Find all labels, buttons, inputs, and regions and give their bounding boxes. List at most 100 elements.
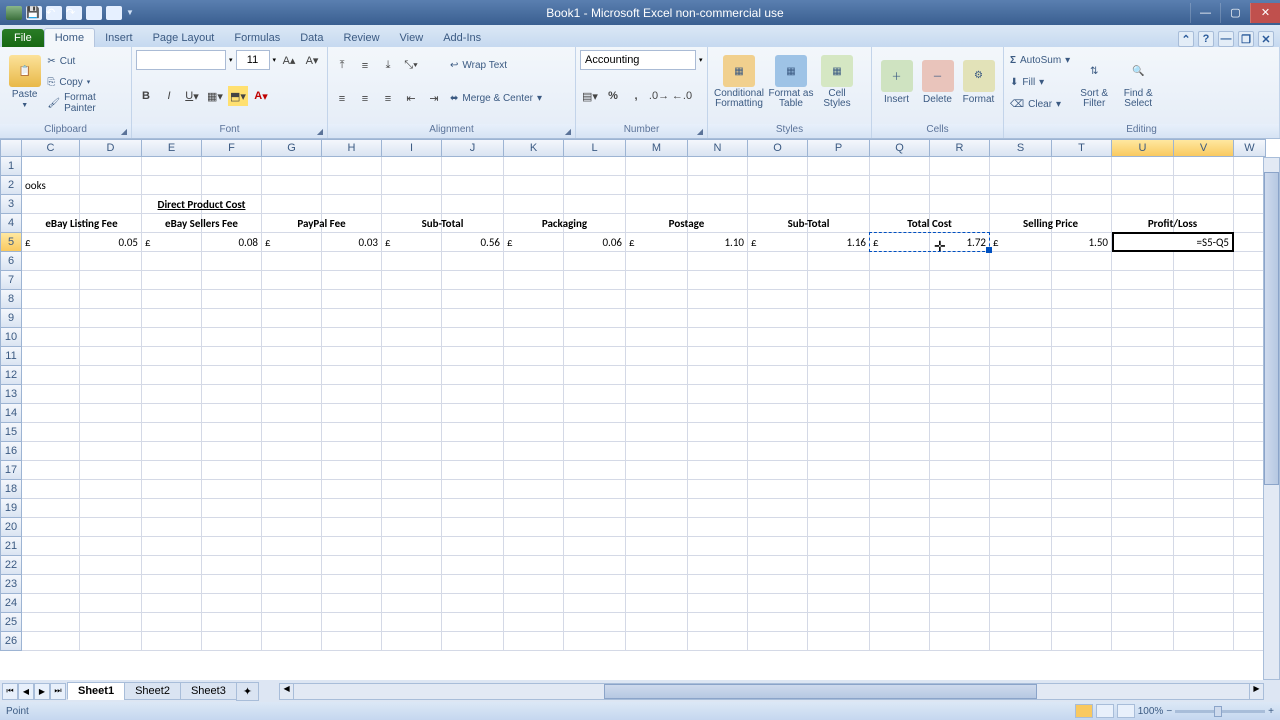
cell[interactable] xyxy=(442,423,504,442)
column-header[interactable]: U xyxy=(1112,139,1174,157)
column-header[interactable]: N xyxy=(688,139,748,157)
cell[interactable] xyxy=(80,423,142,442)
insert-cells-button[interactable]: ＋Insert xyxy=(876,49,917,115)
cell[interactable] xyxy=(80,480,142,499)
cell[interactable] xyxy=(202,157,262,176)
cell[interactable] xyxy=(808,404,870,423)
cell[interactable] xyxy=(1174,404,1234,423)
row-header[interactable]: 23 xyxy=(0,575,22,594)
cell[interactable] xyxy=(688,632,748,651)
cell[interactable] xyxy=(626,556,688,575)
cell[interactable] xyxy=(1112,290,1174,309)
tab-data[interactable]: Data xyxy=(290,29,333,47)
column-header[interactable]: M xyxy=(626,139,688,157)
cell[interactable] xyxy=(1052,347,1112,366)
cell[interactable] xyxy=(990,404,1052,423)
cell[interactable] xyxy=(202,271,262,290)
cell[interactable] xyxy=(80,271,142,290)
select-all-corner[interactable] xyxy=(0,139,22,157)
cell[interactable] xyxy=(80,594,142,613)
cell[interactable] xyxy=(262,404,322,423)
cell[interactable] xyxy=(564,461,626,480)
cell[interactable] xyxy=(870,537,930,556)
cell[interactable] xyxy=(322,575,382,594)
cell-value[interactable]: £ xyxy=(382,233,442,252)
cell[interactable] xyxy=(142,290,202,309)
tab-page-layout[interactable]: Page Layout xyxy=(143,29,225,47)
tab-home[interactable]: Home xyxy=(44,28,95,47)
close-button[interactable]: ✕ xyxy=(1250,3,1280,23)
cell[interactable] xyxy=(142,575,202,594)
cell[interactable] xyxy=(748,290,808,309)
cell[interactable] xyxy=(1052,556,1112,575)
cell[interactable] xyxy=(990,499,1052,518)
row-header[interactable]: 1 xyxy=(0,157,22,176)
cell[interactable] xyxy=(808,290,870,309)
format-painter-button[interactable]: 🖌Format Painter xyxy=(45,93,127,113)
cell[interactable] xyxy=(1174,480,1234,499)
cell[interactable] xyxy=(262,176,322,195)
cell[interactable] xyxy=(990,271,1052,290)
cell[interactable] xyxy=(22,518,80,537)
cell[interactable] xyxy=(930,575,990,594)
cell[interactable] xyxy=(688,157,748,176)
minimize-button[interactable]: — xyxy=(1190,3,1220,23)
copy-button[interactable]: ⎘Copy▾ xyxy=(45,72,127,92)
cell[interactable] xyxy=(504,385,564,404)
cell[interactable] xyxy=(1052,404,1112,423)
cell[interactable] xyxy=(22,290,80,309)
cell[interactable] xyxy=(1234,480,1266,499)
cell[interactable] xyxy=(322,480,382,499)
cell[interactable] xyxy=(870,594,930,613)
cell[interactable] xyxy=(202,537,262,556)
cell[interactable] xyxy=(382,271,442,290)
shrink-font-button[interactable]: A▾ xyxy=(302,50,322,70)
cell[interactable] xyxy=(1052,442,1112,461)
cell[interactable] xyxy=(626,176,688,195)
cell[interactable] xyxy=(808,613,870,632)
cell[interactable] xyxy=(142,613,202,632)
cell[interactable] xyxy=(808,176,870,195)
cell[interactable] xyxy=(80,252,142,271)
cell[interactable] xyxy=(262,575,322,594)
cell[interactable] xyxy=(80,518,142,537)
cell[interactable] xyxy=(930,252,990,271)
autosum-button[interactable]: ΣAutoSum▾ xyxy=(1008,50,1072,70)
cell[interactable] xyxy=(990,385,1052,404)
scroll-thumb[interactable] xyxy=(1264,172,1279,485)
format-cells-button[interactable]: ⚙Format xyxy=(958,49,999,115)
cell[interactable] xyxy=(442,537,504,556)
cell[interactable] xyxy=(504,176,564,195)
cell[interactable] xyxy=(1112,366,1174,385)
fill-color-button[interactable]: ⬒▾ xyxy=(228,86,248,106)
cell[interactable] xyxy=(442,328,504,347)
column-header[interactable]: H xyxy=(322,139,382,157)
cell[interactable] xyxy=(930,423,990,442)
column-header[interactable]: F xyxy=(202,139,262,157)
cell[interactable] xyxy=(1174,556,1234,575)
column-header[interactable]: C xyxy=(22,139,80,157)
maximize-button[interactable]: ▢ xyxy=(1220,3,1250,23)
cell[interactable] xyxy=(1052,271,1112,290)
cell[interactable] xyxy=(1052,499,1112,518)
cell[interactable] xyxy=(626,385,688,404)
cell-value[interactable]: 1.10 xyxy=(688,233,748,252)
cell[interactable] xyxy=(442,575,504,594)
cell[interactable] xyxy=(382,594,442,613)
align-middle-button[interactable]: ≡ xyxy=(355,56,375,76)
cell[interactable] xyxy=(748,461,808,480)
cell[interactable] xyxy=(1174,575,1234,594)
cell[interactable] xyxy=(1234,442,1266,461)
cell[interactable] xyxy=(202,613,262,632)
cell[interactable] xyxy=(1174,347,1234,366)
column-header[interactable]: Q xyxy=(870,139,930,157)
cell[interactable] xyxy=(22,157,80,176)
cell[interactable] xyxy=(930,309,990,328)
cell[interactable] xyxy=(322,252,382,271)
cell[interactable] xyxy=(990,594,1052,613)
cell[interactable] xyxy=(1174,537,1234,556)
cell[interactable] xyxy=(382,290,442,309)
cell[interactable] xyxy=(930,347,990,366)
percent-button[interactable]: % xyxy=(603,86,623,106)
cell[interactable] xyxy=(748,632,808,651)
